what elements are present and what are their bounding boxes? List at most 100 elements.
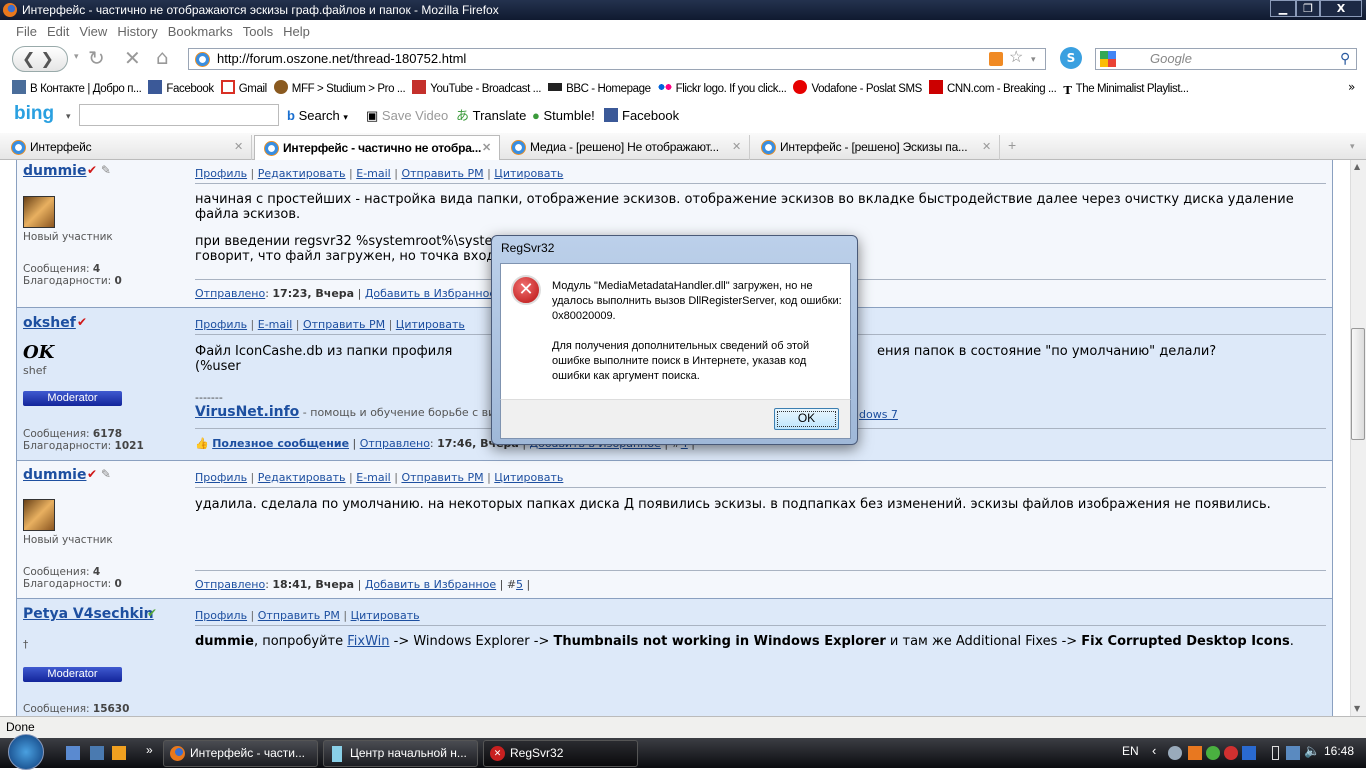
email-link[interactable]: E-mail [258,318,293,331]
tab-4[interactable]: Интерфейс - [решено] Эскизы па... ✕ [752,135,1000,160]
minimize-button[interactable]: ▁ [1270,0,1296,17]
show-hidden-icons[interactable]: ‹ [1152,743,1156,758]
tab-3[interactable]: Медиа - [решено] Не отображают... ✕ [502,135,750,160]
network-icon[interactable] [1286,746,1300,760]
send-pm-link[interactable]: Отправить PM [401,167,483,180]
post-username[interactable]: Petya V4sechkin [23,606,154,622]
tray-icon[interactable] [1206,746,1220,760]
virusnet-link[interactable]: VirusNet.info [195,404,299,420]
google-icon[interactable] [1100,51,1116,67]
start-button[interactable] [8,734,44,770]
tab-1[interactable]: Интерфейс ✕ [2,135,252,160]
menu-history[interactable]: History [117,24,157,39]
scroll-down-icon[interactable]: ▼ [1354,704,1360,713]
bookmark-flickr[interactable]: Flickr logo. If you click... [657,78,787,100]
tray-icon[interactable] [1224,746,1238,760]
menu-edit[interactable]: Edit [47,24,69,39]
maximize-button[interactable]: ❐ [1296,0,1320,17]
stumble-button[interactable]: ● Stumble! [532,102,595,130]
bookmark-cnn[interactable]: CNN.com - Breaking ... [928,78,1057,100]
post-username[interactable]: okshef [23,315,76,331]
language-indicator[interactable]: EN [1122,744,1139,758]
back-forward-button[interactable]: ❮ ❯ [12,46,68,72]
save-video-button[interactable]: ▣ Save Video [366,102,448,130]
ok-button[interactable]: OK [774,408,839,430]
history-dropdown-icon[interactable]: ▾ [74,52,79,62]
rss-icon[interactable] [989,52,1003,66]
post-number-link[interactable]: 5 [516,578,523,591]
email-link[interactable]: E-mail [356,167,391,180]
tab-close-icon[interactable]: ✕ [982,135,991,160]
skype-icon[interactable]: S [1060,47,1082,69]
url-dropdown-icon[interactable]: ▾ [1031,49,1036,69]
bookmark-mff[interactable]: MFF > Studium > Pro ... [273,78,406,100]
tray-icon[interactable] [1188,746,1202,760]
fixwin-link[interactable]: FixWin [347,634,389,649]
clock[interactable]: 16:48 [1324,744,1354,758]
edit-link[interactable]: Редактировать [258,471,346,484]
taskbar-regsvr32[interactable]: ✕ RegSvr32 [483,740,638,767]
tray-icon[interactable] [1242,746,1256,760]
home-icon[interactable]: ⌂ [156,45,169,69]
scroll-up-icon[interactable]: ▲ [1354,162,1360,171]
send-pm-link[interactable]: Отправить PM [401,471,483,484]
taskbar-firefox[interactable]: Интерфейс - части... [163,740,318,767]
menu-file[interactable]: File [16,24,37,39]
menu-bookmarks[interactable]: Bookmarks [168,24,233,39]
url-bar[interactable]: http://forum.oszone.net/thread-180752.ht… [188,48,1046,70]
bookmark-facebook[interactable]: Facebook [148,78,214,100]
quote-link[interactable]: Цитировать [396,318,465,331]
sent-link[interactable]: Отправлено [195,287,265,300]
star-icon[interactable]: ☆ [1009,48,1023,68]
battery-icon[interactable] [1272,746,1279,760]
tab-close-icon[interactable]: ✕ [234,135,243,160]
search-magnifier-icon[interactable]: ⚲ [1340,48,1350,68]
quote-link[interactable]: Цитировать [351,609,420,622]
bookmark-youtube[interactable]: YouTube - Broadcast ... [412,78,541,100]
send-pm-link[interactable]: Отправить PM [258,609,340,622]
sent-link[interactable]: Отправлено [195,578,265,591]
add-favorite-link[interactable]: Добавить в Избранное [365,287,496,300]
bing-search-input[interactable] [79,104,279,126]
volume-icon[interactable]: 🔈 [1304,743,1320,759]
bookmark-bbc[interactable]: BBC - Homepage [548,78,651,100]
taskbar-control-center[interactable]: Центр начальной н... [323,740,478,767]
menu-view[interactable]: View [79,24,107,39]
profile-link[interactable]: Профиль [195,471,247,484]
bookmark-gmail[interactable]: Gmail [220,78,267,100]
tab-close-icon[interactable]: ✕ [732,135,741,160]
quicklaunch-more[interactable]: » [146,743,153,757]
scrollbar-thumb[interactable] [1351,328,1365,440]
post-username[interactable]: dummie [23,467,86,483]
bing-dropdown-icon[interactable]: ▾ [66,102,71,130]
switch-windows-icon[interactable] [90,746,104,760]
stop-icon[interactable]: ✕ [124,46,141,70]
new-tab-button[interactable]: + [1008,137,1016,153]
tray-icon[interactable] [1168,746,1182,760]
bookmark-minimalist[interactable]: T The Minimalist Playlist... [1063,78,1189,100]
reload-icon[interactable]: ↻ [88,46,105,70]
facebook-toolbar-button[interactable]: Facebook [604,102,679,130]
post-username[interactable]: dummie [23,163,86,179]
add-favorite-link[interactable]: Добавить в Избранное [365,578,496,591]
menu-help[interactable]: Help [283,24,310,39]
profile-link[interactable]: Профиль [195,318,247,331]
show-desktop-icon[interactable] [66,746,80,760]
close-button[interactable]: X [1320,0,1362,17]
tab-list-icon[interactable]: ▾ [1350,141,1355,152]
tab-2[interactable]: Интерфейс - частично не отобра... ✕ [254,135,500,160]
tab-close-icon[interactable]: ✕ [482,136,491,161]
bookmarks-more-button[interactable]: » [1348,80,1355,94]
send-pm-link[interactable]: Отправить PM [303,318,385,331]
quote-link[interactable]: Цитировать [494,471,563,484]
signature-link[interactable]: dows 7 [859,408,898,421]
quote-link[interactable]: Цитировать [494,167,563,180]
profile-link[interactable]: Профиль [195,609,247,622]
menu-tools[interactable]: Tools [243,24,273,39]
bookmark-vk[interactable]: В Контакте | Добро п... [12,78,142,100]
sent-link[interactable]: Отправлено [360,437,430,450]
edit-link[interactable]: Редактировать [258,167,346,180]
useful-post-link[interactable]: Полезное сообщение [212,437,349,450]
media-player-icon[interactable] [112,746,126,760]
profile-link[interactable]: Профиль [195,167,247,180]
